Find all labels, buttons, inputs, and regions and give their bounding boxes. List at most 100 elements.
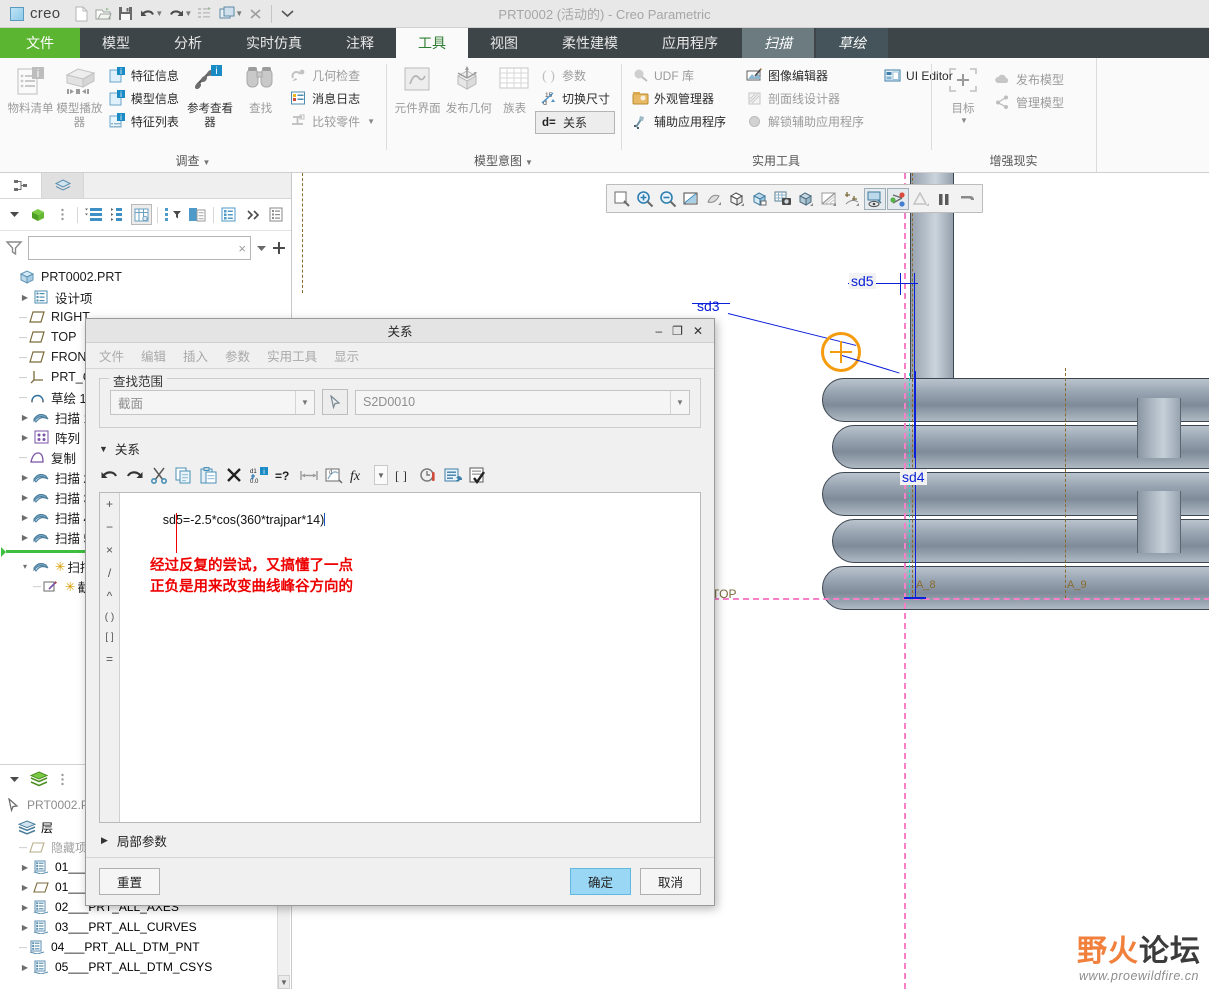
unlock-aux-apps-button[interactable]: 解锁辅助应用程序: [741, 111, 869, 132]
clear-filter-icon[interactable]: ×: [238, 241, 246, 256]
layer-item-4[interactable]: — 04___PRT_ALL_DTM_PNT: [0, 937, 291, 957]
edge-display-icon[interactable]: [818, 188, 840, 210]
tab-sweep[interactable]: 扫描: [742, 28, 814, 58]
tree-item-design-items[interactable]: ▶ 设计项: [0, 287, 291, 307]
expander-collapsed[interactable]: ▶: [18, 513, 32, 522]
relation-formula[interactable]: sd5=-2.5*cos(360*trajpar*14): [128, 499, 692, 541]
model-intent-dropdown-caret[interactable]: ▼: [525, 158, 533, 167]
operator-equals[interactable]: =: [106, 652, 113, 666]
scene-camera-icon[interactable]: [772, 188, 794, 210]
filter-dropdown-caret[interactable]: [256, 244, 267, 253]
dimension-sd4[interactable]: sd4: [900, 469, 927, 485]
operator-power[interactable]: ^: [107, 589, 113, 603]
tab-model[interactable]: 模型: [80, 28, 152, 58]
operator-parens[interactable]: ( ): [105, 612, 114, 623]
paste-icon[interactable]: [199, 465, 219, 485]
bom-button[interactable]: i 物料清单: [6, 61, 55, 116]
local-params-expander-icon[interactable]: ▶: [101, 835, 108, 846]
window-dropdown-caret[interactable]: ▼: [235, 9, 243, 18]
redo-icon[interactable]: [124, 465, 144, 485]
auxiliary-apps-button[interactable]: 辅助应用程序: [627, 111, 731, 132]
menu-display[interactable]: 显示: [334, 346, 359, 365]
add-filter-icon[interactable]: [272, 241, 286, 255]
collapse-all-icon[interactable]: [107, 204, 128, 225]
layer-item-5[interactable]: ▶ 05___PRT_ALL_DTM_CSYS: [0, 957, 291, 977]
tab-view[interactable]: 视图: [468, 28, 540, 58]
pause-icon[interactable]: [933, 188, 955, 210]
tab-applications[interactable]: 应用程序: [640, 28, 740, 58]
expander-collapsed[interactable]: ▶: [18, 863, 32, 872]
model-info-button[interactable]: i 模型信息: [104, 88, 184, 109]
open-file-icon[interactable]: [92, 3, 114, 25]
new-file-icon[interactable]: [70, 3, 92, 25]
parameters-button[interactable]: ( ) 参数: [535, 65, 615, 86]
expander-collapsed[interactable]: ▶: [18, 493, 32, 502]
operator-plus[interactable]: +: [106, 497, 113, 511]
udf-library-button[interactable]: UDF 库: [627, 65, 731, 86]
close-window-icon[interactable]: [245, 3, 267, 25]
operator-brackets[interactable]: [ ]: [105, 632, 113, 643]
menu-insert[interactable]: 插入: [183, 346, 208, 365]
relations-section-header[interactable]: ▼ 关系: [99, 439, 701, 458]
publish-model-button[interactable]: 发布模型: [989, 69, 1069, 90]
operator-divide[interactable]: /: [108, 566, 111, 580]
tree-columns2-icon[interactable]: [187, 204, 208, 225]
expander-collapsed[interactable]: ▶: [18, 923, 32, 932]
layer-settings-caret[interactable]: [4, 769, 25, 790]
reference-viewer-button[interactable]: i 参考查看器: [184, 61, 236, 131]
menu-utilities[interactable]: 实用工具: [267, 346, 317, 365]
function-dropdown-caret[interactable]: ▼: [374, 465, 388, 485]
ar-target-caret[interactable]: ▼: [960, 116, 968, 126]
relations-text-area[interactable]: sd5=-2.5*cos(360*trajpar*14) 经过反复的尝试，又搞懂…: [120, 493, 700, 822]
refit-icon[interactable]: [611, 188, 633, 210]
tree-display-icon[interactable]: [218, 204, 239, 225]
model-player-button[interactable]: 模型播放器: [55, 61, 104, 131]
expander-collapsed[interactable]: ▶: [18, 903, 32, 912]
tab-flexible-modeling[interactable]: 柔性建模: [540, 28, 640, 58]
layer-item-3[interactable]: ▶ 03___PRT_ALL_CURVES: [0, 917, 291, 937]
relations-button[interactable]: d= 关系: [534, 111, 615, 134]
compare-parts-button[interactable]: 比较零件 ▼: [285, 111, 380, 132]
scope-object-select[interactable]: S2D0010 ▼: [355, 389, 690, 415]
operator-multiply[interactable]: ×: [106, 543, 113, 557]
manage-model-button[interactable]: 管理模型: [989, 92, 1069, 113]
geometry-check-button[interactable]: 几何检查: [285, 65, 380, 86]
ar-target-button[interactable]: 目标 ▼: [937, 61, 989, 126]
zoom-in-icon[interactable]: [634, 188, 656, 210]
select-object-button[interactable]: [322, 389, 348, 415]
chevron-down-icon[interactable]: ▼: [295, 390, 314, 414]
relations-editor[interactable]: + − × / ^ ( ) [ ] = sd5=-2.5*cos(360*tra…: [99, 492, 701, 823]
tree-filter-icon[interactable]: [163, 204, 184, 225]
tree-columns-icon[interactable]: [131, 204, 152, 225]
insert-dimension-icon[interactable]: [299, 465, 319, 485]
switch-dimensions-icon[interactable]: d1 0.0 i: [249, 465, 269, 485]
tab-sketch[interactable]: 草绘: [816, 28, 888, 58]
switch-dimensions-button[interactable]: 15 d 切换尺寸: [535, 88, 615, 109]
menu-parameters[interactable]: 参数: [225, 346, 250, 365]
overflow-chevrons-icon[interactable]: [242, 204, 263, 225]
saved-orientations-icon[interactable]: [726, 188, 748, 210]
component-interface-button[interactable]: 元件界面: [392, 61, 443, 116]
tab-annotate[interactable]: 注释: [324, 28, 396, 58]
check-relations-icon[interactable]: [468, 465, 488, 485]
annotation-display-icon[interactable]: [864, 187, 886, 210]
publish-geometry-button[interactable]: 发布几何: [443, 61, 494, 116]
expander-expanded[interactable]: ▾: [18, 562, 32, 571]
family-table-button[interactable]: 族表: [494, 61, 535, 116]
dialog-title-bar[interactable]: 关系 – ❐ ✕: [86, 319, 714, 343]
feature-info-button[interactable]: i 特征信息: [104, 65, 184, 86]
copy-icon[interactable]: [174, 465, 194, 485]
dimension-sd5[interactable]: sd5: [849, 273, 876, 289]
layer-tree-tab[interactable]: [42, 173, 84, 198]
display-style-icon[interactable]: [795, 188, 817, 210]
expander-collapsed[interactable]: ▶: [18, 413, 32, 422]
vertical-dots-icon[interactable]: [52, 204, 73, 225]
spin-center-icon[interactable]: [703, 188, 725, 210]
execute-icon[interactable]: [443, 465, 463, 485]
expander-collapsed[interactable]: ▶: [18, 963, 32, 972]
feature-list-button[interactable]: i 特征列表: [104, 111, 184, 132]
reset-button[interactable]: 重置: [99, 868, 160, 895]
tree-item-part[interactable]: PRT0002.PRT: [0, 267, 291, 287]
tab-file[interactable]: 文件: [0, 28, 80, 58]
menu-file[interactable]: 文件: [99, 346, 124, 365]
